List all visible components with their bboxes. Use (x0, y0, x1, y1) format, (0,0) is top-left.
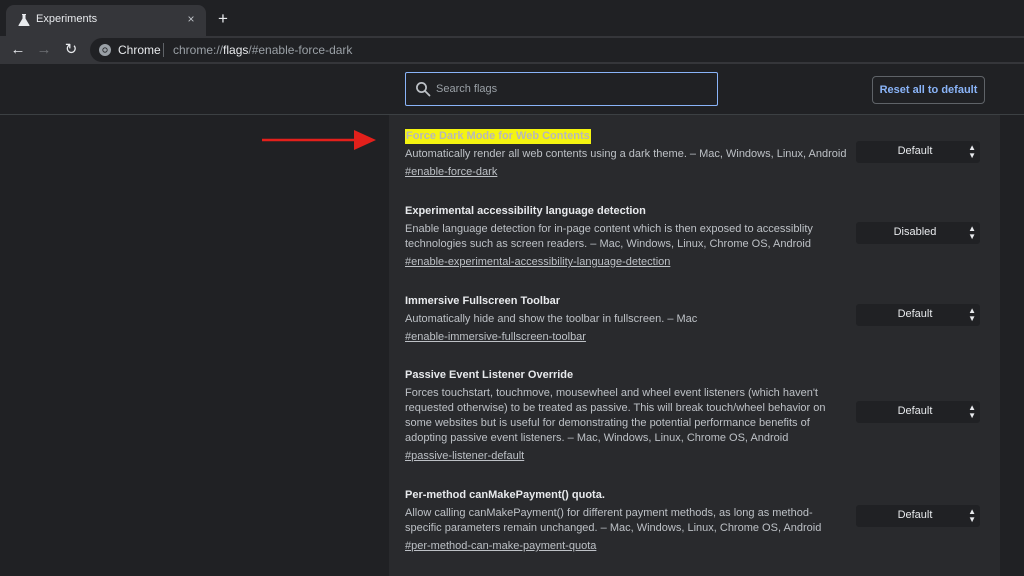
reload-icon[interactable]: ↻ (62, 41, 80, 59)
select-value: Disabled (893, 226, 937, 238)
experiment-link[interactable]: #per-method-can-make-payment-quota (405, 539, 596, 554)
close-tab-icon[interactable]: × (184, 12, 198, 26)
experiment-select[interactable]: Default ▲ ▼ (856, 505, 980, 527)
flags-header: Reset all to default (0, 64, 1024, 115)
address-url[interactable]: chrome://flags/#enable-force-dark (173, 43, 352, 57)
back-icon[interactable]: ← (9, 41, 27, 59)
new-tab-icon[interactable]: + (214, 10, 232, 28)
experiment-item: Immersive Fullscreen Toolbar Automatical… (405, 291, 985, 345)
experiments-list: Force Dark Mode for Web Contents Automat… (389, 115, 1000, 576)
experiment-link[interactable]: #enable-force-dark (405, 165, 497, 180)
experiment-link[interactable]: #enable-immersive-fullscreen-toolbar (405, 330, 586, 345)
experiment-description: Automatically hide and show the toolbar … (405, 313, 698, 325)
experiment-description: Forces touchstart, touchmove, mousewheel… (405, 387, 826, 444)
select-value: Default (897, 405, 933, 417)
experiment-select[interactable]: Default ▲ ▼ (856, 304, 980, 326)
red-arrow-icon (262, 130, 376, 150)
select-value: Default (897, 509, 933, 521)
select-value: Default (897, 308, 933, 320)
experiment-title: Passive Event Listener Override (405, 369, 574, 381)
experiment-description: Enable language detection for in-page co… (405, 223, 813, 250)
experiment-select[interactable]: Default ▲ ▼ (856, 401, 980, 423)
select-caret-icon: ▲ ▼ (968, 143, 976, 160)
search-box[interactable] (405, 72, 718, 106)
site-name: Chrome (118, 43, 161, 57)
flags-content: Force Dark Mode for Web Contents Automat… (0, 115, 1024, 576)
experiment-select[interactable]: Default ▲ ▼ (856, 141, 980, 163)
address-bar[interactable]: Chrome chrome://flags/#enable-force-dark (90, 38, 1024, 62)
browser-toolbar: ← → ↻ Chrome chrome://flags/#enable-forc… (0, 36, 1024, 64)
select-caret-icon: ▲ ▼ (968, 403, 976, 420)
experiment-item: Passive Event Listener Override Forces t… (405, 365, 985, 464)
browser-window: Experiments × + ← → ↻ Chrome chrome://fl… (0, 0, 1024, 576)
experiment-select[interactable]: Disabled ▲ ▼ (856, 222, 980, 244)
experiment-description: Automatically render all web contents us… (405, 148, 847, 160)
select-value: Default (897, 145, 933, 157)
experiment-link[interactable]: #passive-listener-default (405, 449, 524, 464)
address-divider (163, 43, 164, 57)
search-input[interactable] (436, 80, 706, 98)
experiment-item: Force Dark Mode for Web Contents Automat… (405, 126, 985, 180)
tab-title: Experiments (36, 13, 98, 25)
experiment-description: Allow calling canMakePayment() for diffe… (405, 507, 822, 534)
search-icon (415, 81, 431, 97)
select-caret-icon: ▲ ▼ (968, 507, 976, 524)
select-caret-icon: ▲ ▼ (968, 306, 976, 323)
chrome-logo-icon (98, 43, 112, 57)
tab-strip: Experiments × + (0, 0, 1024, 36)
experiment-title: Force Dark Mode for Web Contents (405, 129, 591, 144)
tab-experiments[interactable]: Experiments × (6, 5, 206, 36)
experiment-item: Experimental accessibility language dete… (405, 201, 985, 270)
reset-all-button[interactable]: Reset all to default (872, 76, 985, 104)
experiment-title: Experimental accessibility language dete… (405, 205, 646, 217)
select-caret-icon: ▲ ▼ (968, 224, 976, 241)
experiment-title: Per-method canMakePayment() quota. (405, 489, 605, 501)
experiment-title: Immersive Fullscreen Toolbar (405, 295, 561, 307)
experiment-link[interactable]: #enable-experimental-accessibility-langu… (405, 255, 670, 270)
experiment-item: Per-method canMakePayment() quota. Allow… (405, 485, 985, 554)
forward-icon[interactable]: → (35, 41, 53, 59)
flask-icon (17, 13, 31, 27)
